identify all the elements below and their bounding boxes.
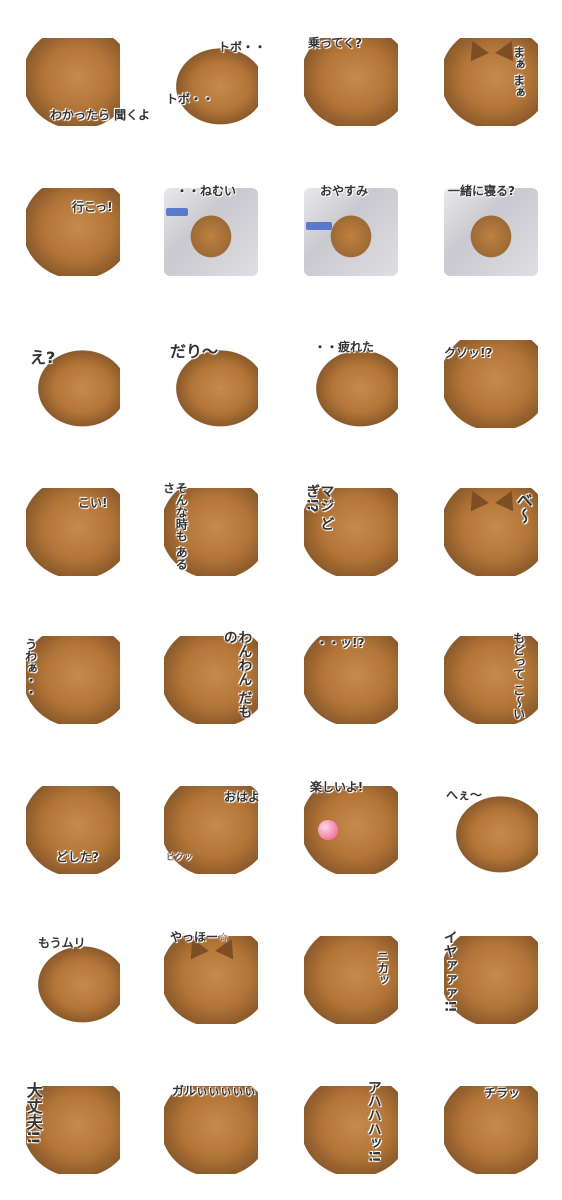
- sticker-22-sfx: ピクッ: [166, 853, 194, 863]
- sticker-21-caption: どした?: [56, 850, 99, 864]
- sticker-6[interactable]: ・・ねむい: [160, 178, 262, 280]
- sticker-23-caption: 楽しいよ!: [310, 780, 364, 794]
- sticker-20[interactable]: もどって こ〜い: [440, 626, 542, 728]
- dog-sleeping-photo: [304, 188, 398, 276]
- sticker-23[interactable]: 楽しいよ!: [300, 776, 402, 878]
- sticker-24-caption: へぇ〜: [446, 788, 483, 802]
- sticker-5[interactable]: 行こっ!: [22, 178, 124, 280]
- sticker-10[interactable]: だり〜: [160, 330, 262, 432]
- sticker-17[interactable]: うわぁ・・: [22, 626, 124, 728]
- sticker-7[interactable]: おやすみ: [300, 178, 402, 280]
- pillow-pattern: [166, 208, 188, 216]
- sticker-16[interactable]: べ〜: [440, 478, 542, 580]
- sticker-9[interactable]: え?: [22, 330, 124, 432]
- sticker-32-caption: チラッ: [484, 1086, 521, 1100]
- sticker-14[interactable]: そんな時も あるさ: [160, 478, 262, 580]
- sticker-26[interactable]: やっほー☆: [160, 926, 262, 1028]
- dog-staring-photo: [26, 636, 120, 724]
- sticker-22-caption: おはよ: [224, 790, 261, 804]
- sticker-16-caption: べ〜: [513, 492, 533, 524]
- sticker-10-caption: だり〜: [170, 342, 219, 361]
- sticker-13[interactable]: こい!: [22, 478, 124, 580]
- sticker-19[interactable]: ・・ッ!?: [300, 626, 402, 728]
- sticker-13-caption: こい!: [78, 496, 108, 510]
- sticker-8-caption: 一緒に寝る?: [448, 184, 515, 198]
- dog-laughing-photo: [304, 1086, 398, 1174]
- sticker-7-caption: おやすみ: [320, 184, 369, 198]
- sticker-28[interactable]: イヤァァァ!!: [440, 926, 542, 1028]
- sticker-17-caption: うわぁ・・: [23, 638, 38, 698]
- sticker-28-caption: イヤァァァ!!: [441, 930, 458, 1013]
- dog-greeting-photo: [164, 936, 258, 1024]
- sticker-5-caption: 行こっ!: [72, 200, 113, 214]
- dog-screaming-photo: [444, 936, 538, 1024]
- sticker-31[interactable]: アハハハッ!!: [300, 1076, 402, 1178]
- sticker-2-caption: トボ・・: [218, 40, 267, 54]
- sticker-30-caption: ガルぃぃぃぃぃ: [172, 1084, 257, 1098]
- sticker-25[interactable]: もうムリ: [22, 926, 124, 1028]
- sticker-27-caption: ニカッ: [375, 950, 390, 986]
- sticker-12-caption: クソッ!?: [444, 346, 493, 360]
- dog-under-blanket-photo: [444, 188, 538, 276]
- sticker-11-caption: ・・疲れた: [314, 340, 375, 354]
- sticker-30[interactable]: ガルぃぃぃぃぃ: [160, 1076, 262, 1178]
- sticker-2-caption-2: トボ・・: [166, 92, 215, 106]
- sticker-22[interactable]: おはよ ピクッ: [160, 776, 262, 878]
- sticker-27[interactable]: ニカッ: [300, 926, 402, 1028]
- sticker-9-caption: え?: [30, 348, 56, 367]
- sticker-4-caption: まぁ まぁ: [511, 46, 526, 99]
- sticker-18-caption: わんわん だもの: [221, 630, 253, 719]
- sticker-25-caption: もうムリ: [38, 936, 86, 950]
- dog-growling-photo: [164, 1086, 258, 1174]
- pink-ball-icon: [318, 820, 338, 840]
- sticker-24[interactable]: へぇ〜: [440, 776, 542, 878]
- sticker-32[interactable]: チラッ: [440, 1076, 542, 1178]
- sticker-sheet: わかったら 聞くよ トボ・・ トボ・・ 乗ってく? まぁ まぁ 行こっ! ・・ね…: [0, 0, 562, 1200]
- two-dogs-photo: [304, 38, 398, 126]
- sticker-18[interactable]: わんわん だもの: [160, 626, 262, 728]
- sticker-11[interactable]: ・・疲れた: [300, 330, 402, 432]
- sticker-12[interactable]: クソッ!?: [440, 330, 542, 432]
- sticker-4[interactable]: まぁ まぁ: [440, 28, 542, 130]
- sticker-2[interactable]: トボ・・ トボ・・: [160, 28, 266, 130]
- sticker-1-caption: わかったら 聞くよ: [50, 108, 151, 122]
- sticker-1[interactable]: わかったら 聞くよ: [22, 28, 150, 130]
- sticker-31-caption: アハハハッ!!: [365, 1080, 382, 1163]
- sticker-6-caption: ・・ねむい: [176, 184, 237, 198]
- sticker-3-caption: 乗ってく?: [308, 36, 363, 50]
- sticker-29-caption: 大丈夫!!: [23, 1082, 43, 1145]
- dog-in-bed-photo: [164, 188, 258, 276]
- sticker-29[interactable]: 大丈夫!!: [22, 1076, 124, 1178]
- sticker-21[interactable]: どした?: [22, 776, 124, 878]
- sticker-8[interactable]: 一緒に寝る?: [440, 178, 542, 280]
- sticker-3[interactable]: 乗ってく?: [300, 28, 402, 130]
- sticker-15-caption: マジ どぎ!?: [303, 484, 335, 531]
- sticker-19-caption: ・・ッ!?: [316, 636, 365, 650]
- pillow-pattern: [306, 222, 332, 230]
- sticker-26-caption: やっほー☆: [170, 930, 229, 944]
- sticker-15[interactable]: マジ どぎ!?: [300, 478, 402, 580]
- sticker-14-caption: そんな時も あるさ: [161, 482, 189, 571]
- sticker-20-caption: もどって こ〜い: [511, 632, 526, 721]
